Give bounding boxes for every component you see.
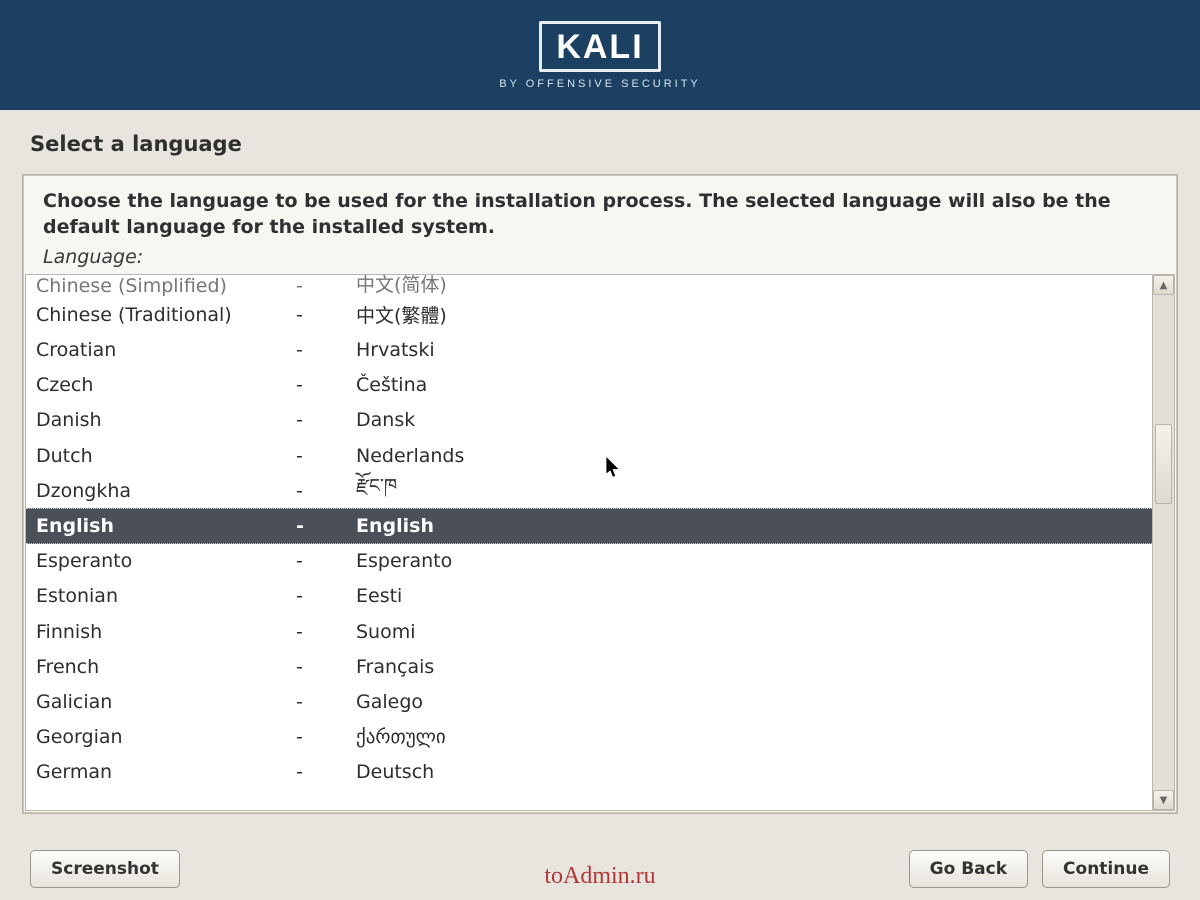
main-panel: Choose the language to be used for the i…: [22, 174, 1178, 814]
language-separator: -: [296, 515, 356, 537]
language-separator: -: [296, 445, 356, 467]
language-row[interactable]: Estonian-Eesti: [26, 579, 1152, 614]
language-english-name: Esperanto: [36, 550, 296, 572]
language-native-name: Čeština: [356, 374, 1152, 396]
language-separator: -: [296, 480, 356, 502]
go-back-button[interactable]: Go Back: [909, 850, 1028, 888]
language-separator: -: [296, 409, 356, 431]
language-native-name: ქართული: [356, 726, 1152, 748]
language-english-name: German: [36, 761, 296, 783]
scrollbar-track[interactable]: [1153, 295, 1174, 790]
language-native-name: Galego: [356, 691, 1152, 713]
language-english-name: Chinese (Traditional): [36, 304, 296, 326]
language-row[interactable]: Chinese (Simplified)-中文(简体): [26, 275, 1152, 297]
kali-logo: KALI BY OFFENSIVE SECURITY: [499, 21, 701, 90]
continue-button[interactable]: Continue: [1042, 850, 1170, 888]
watermark-text: toAdmin.ru: [544, 863, 655, 890]
language-row[interactable]: French-Français: [26, 649, 1152, 684]
language-english-name: Danish: [36, 409, 296, 431]
language-separator: -: [296, 374, 356, 396]
language-english-name: Croatian: [36, 339, 296, 361]
chevron-up-icon: ▲: [1160, 280, 1168, 291]
language-list-container: Chinese (Simplified)-中文(简体)Chinese (Trad…: [25, 274, 1175, 811]
language-native-name: Esperanto: [356, 550, 1152, 572]
language-native-name: Français: [356, 656, 1152, 678]
language-field-label: Language:: [23, 240, 1177, 274]
language-english-name: French: [36, 656, 296, 678]
language-row[interactable]: Georgian-ქართული: [26, 720, 1152, 755]
language-english-name: Dutch: [36, 445, 296, 467]
language-separator: -: [296, 550, 356, 572]
language-english-name: Finnish: [36, 621, 296, 643]
language-separator: -: [296, 304, 356, 326]
language-native-name: Suomi: [356, 621, 1152, 643]
language-separator: -: [296, 656, 356, 678]
kali-logo-subtitle: BY OFFENSIVE SECURITY: [499, 78, 701, 90]
language-row[interactable]: Galician-Galego: [26, 684, 1152, 719]
language-native-name: 中文(简体): [356, 275, 1152, 297]
chevron-down-icon: ▼: [1160, 795, 1168, 806]
page-title: Select a language: [0, 110, 1200, 174]
language-row[interactable]: Czech-Čeština: [26, 368, 1152, 403]
language-english-name: Czech: [36, 374, 296, 396]
language-separator: -: [296, 761, 356, 783]
language-english-name: Estonian: [36, 585, 296, 607]
language-english-name: Georgian: [36, 726, 296, 748]
language-separator: -: [296, 691, 356, 713]
language-row[interactable]: Danish-Dansk: [26, 403, 1152, 438]
language-native-name: Hrvatski: [356, 339, 1152, 361]
language-row[interactable]: Croatian-Hrvatski: [26, 332, 1152, 367]
language-native-name: Deutsch: [356, 761, 1152, 783]
language-list[interactable]: Chinese (Simplified)-中文(简体)Chinese (Trad…: [26, 275, 1152, 810]
language-native-name: English: [356, 515, 1152, 537]
scrollbar[interactable]: ▲ ▼: [1152, 275, 1174, 810]
language-separator: -: [296, 275, 356, 297]
kali-logo-frame: KALI: [539, 21, 660, 72]
language-native-name: Dansk: [356, 409, 1152, 431]
language-native-name: 中文(繁體): [356, 301, 1152, 328]
language-english-name: Galician: [36, 691, 296, 713]
language-row[interactable]: Dzongkha-རྫོང་ཁ: [26, 473, 1152, 508]
language-row[interactable]: German-Deutsch: [26, 755, 1152, 790]
language-native-name: Eesti: [356, 585, 1152, 607]
language-separator: -: [296, 621, 356, 643]
kali-logo-text: KALI: [556, 28, 643, 67]
language-row[interactable]: Finnish-Suomi: [26, 614, 1152, 649]
language-english-name: Dzongkha: [36, 480, 296, 502]
language-row[interactable]: Chinese (Traditional)-中文(繁體): [26, 297, 1152, 332]
language-english-name: English: [36, 515, 296, 537]
language-separator: -: [296, 726, 356, 748]
scrollbar-thumb[interactable]: [1155, 424, 1172, 504]
language-native-name: རྫོང་ཁ: [356, 464, 1152, 518]
language-separator: -: [296, 585, 356, 607]
scroll-down-button[interactable]: ▼: [1153, 790, 1174, 810]
language-separator: -: [296, 339, 356, 361]
instructions-text: Choose the language to be used for the i…: [23, 189, 1177, 240]
language-english-name: Chinese (Simplified): [36, 275, 296, 297]
screenshot-button[interactable]: Screenshot: [30, 850, 180, 888]
scroll-up-button[interactable]: ▲: [1153, 275, 1174, 295]
installer-header: KALI BY OFFENSIVE SECURITY: [0, 0, 1200, 110]
language-row[interactable]: Esperanto-Esperanto: [26, 544, 1152, 579]
